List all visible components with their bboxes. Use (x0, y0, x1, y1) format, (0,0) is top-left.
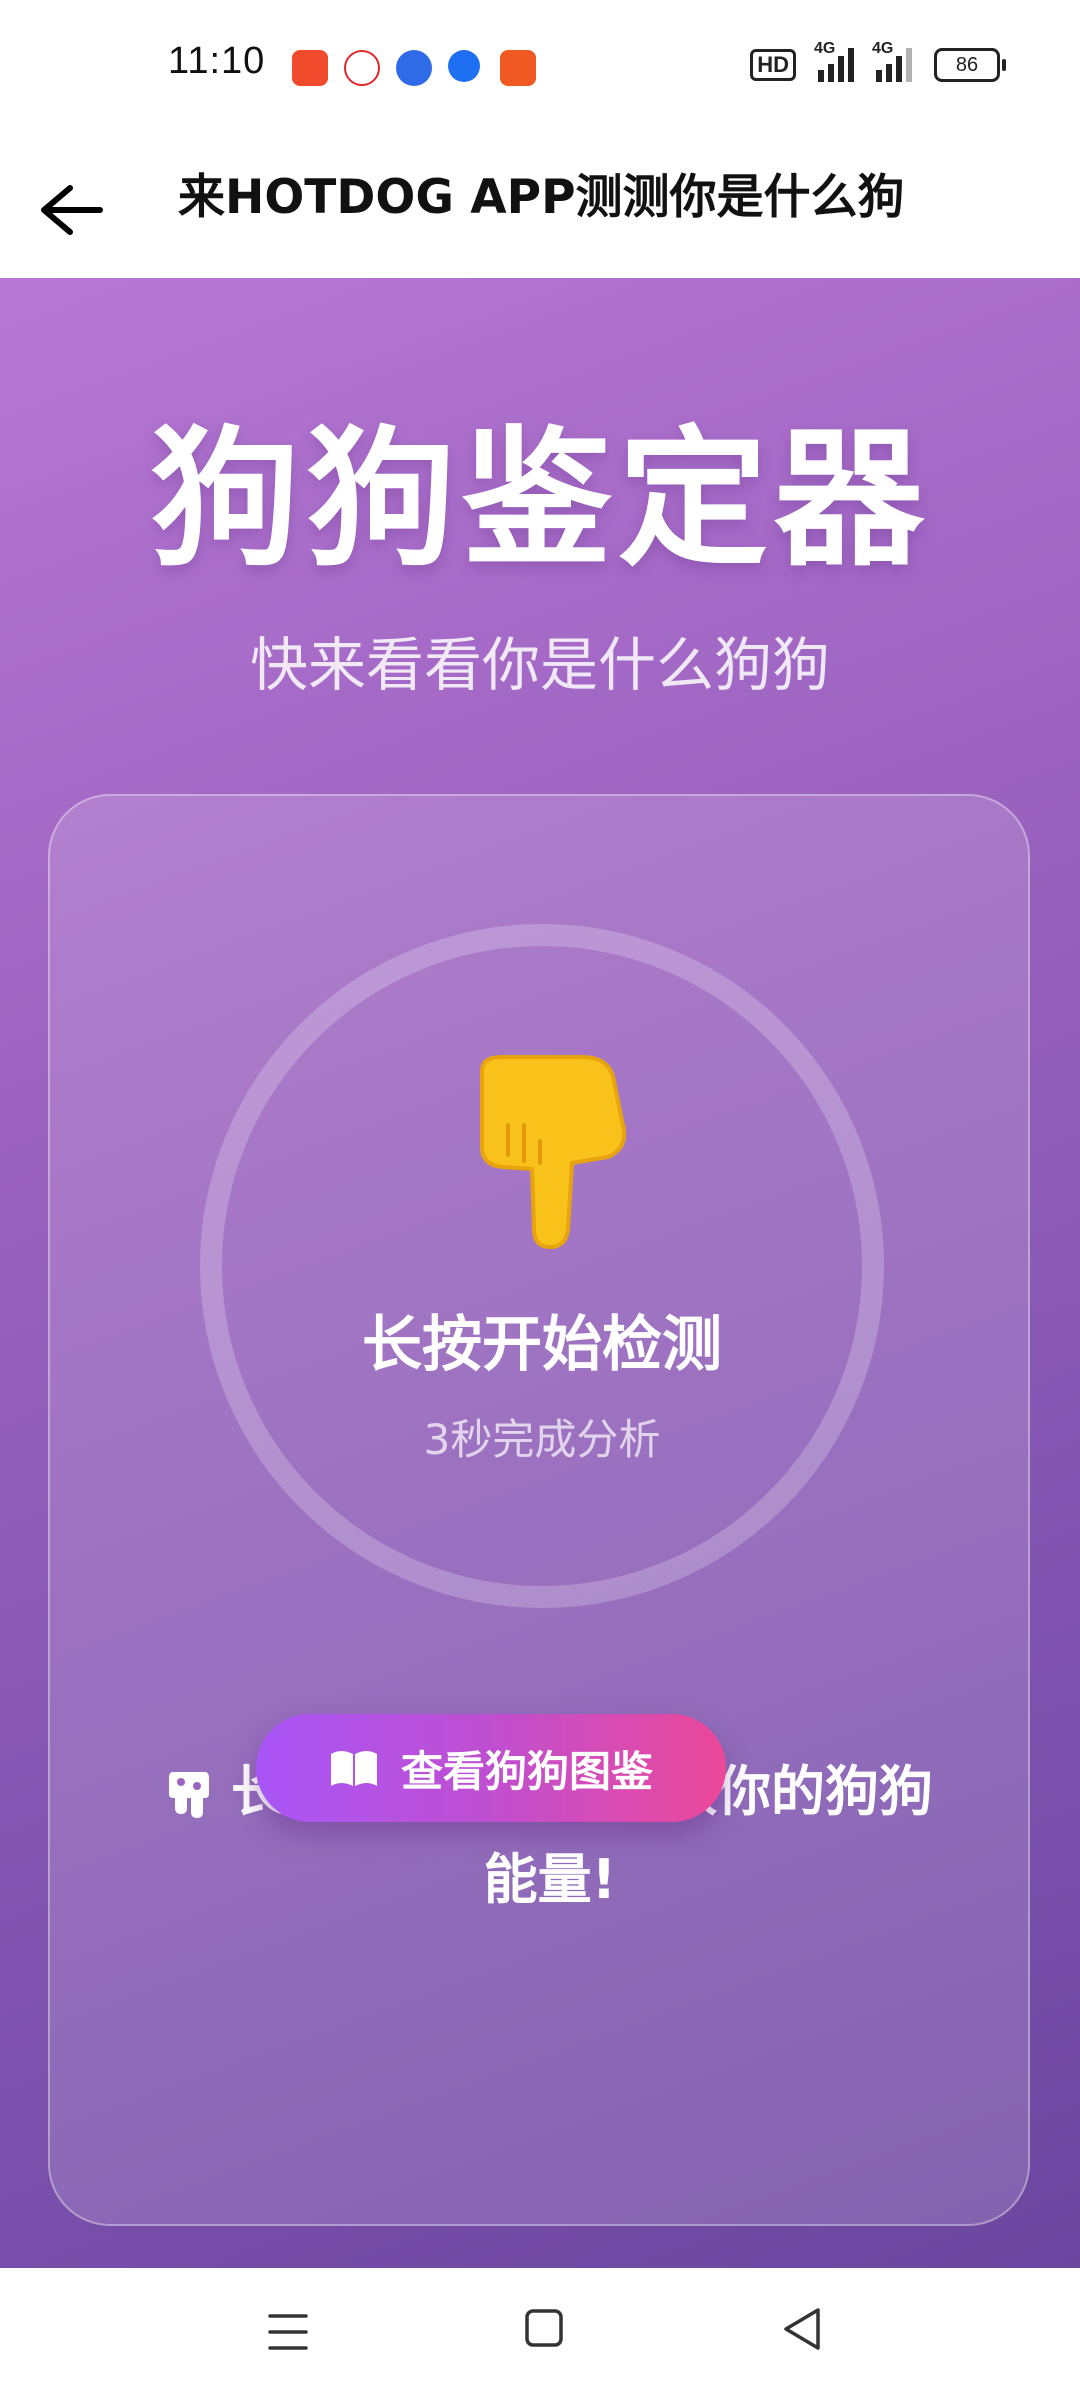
press-label: 长按开始检测 (362, 1310, 722, 1380)
baidu-app-icon (396, 50, 432, 86)
status-bar: 11:10 HD 4G 4G 86 (0, 0, 1080, 140)
menu-icon[interactable] (266, 2310, 310, 2354)
page-title: 来HOTDOG APP测测你是什么狗 (178, 170, 905, 225)
battery-icon: 86 (934, 48, 1006, 82)
pointing-down-hand-icon (480, 1055, 627, 1250)
detector-card: 长按开始检测 3秒完成分析 长按中央区域，释放你的狗狗 能量! (48, 794, 1030, 2226)
status-time: 11:10 (168, 40, 266, 82)
securities-app-icon (500, 50, 536, 86)
triangle-back-icon[interactable] (780, 2306, 824, 2352)
hint-line-2: 能量! (483, 1848, 617, 1911)
news-app-icon (344, 50, 380, 86)
signal-icon-2: 4G (872, 40, 912, 82)
drip-icon (169, 1772, 209, 1819)
app-subtitle: 快来看看你是什么狗狗 (249, 631, 830, 699)
video-app-icon (292, 50, 328, 86)
open-book-icon (330, 1751, 377, 1786)
view-dog-album-button[interactable]: 查看狗狗图鉴 (256, 1714, 726, 1822)
main-content: 狗狗鉴定器 快来看看你是什么狗狗 长按开始检测 3秒完成分析 长按中央区域，释放… (0, 278, 1080, 2268)
signal-1-label: 4G (814, 40, 836, 57)
square-home-icon[interactable] (524, 2308, 564, 2348)
browser-app-icon (448, 50, 480, 82)
status-indicators: HD 4G 4G 86 (750, 40, 1006, 82)
view-dog-album-label: 查看狗狗图鉴 (400, 1746, 653, 1796)
signal-2-label: 4G (872, 40, 894, 57)
long-press-area[interactable]: 长按开始检测 3秒完成分析 (200, 924, 884, 1608)
press-sublabel: 3秒完成分析 (423, 1415, 661, 1464)
arrow-left-icon[interactable] (36, 180, 106, 240)
system-nav-bar (0, 2268, 1080, 2400)
hd-icon: HD (750, 49, 796, 81)
app-title: 狗狗鉴定器 (149, 413, 930, 587)
signal-icon-1: 4G (814, 40, 854, 82)
